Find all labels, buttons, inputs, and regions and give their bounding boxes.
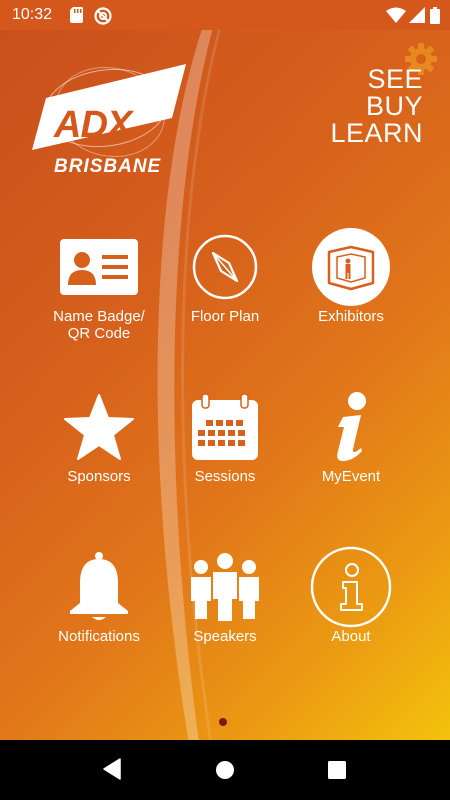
app-home-screen: ADX BRISBANE SEE BUY LEARN Name Badge/ Q…	[0, 30, 450, 740]
menu-item-sessions[interactable]: Sessions	[165, 382, 285, 522]
menu-item-label: Floor Plan	[190, 308, 260, 325]
info-circle-icon	[291, 542, 411, 632]
info-i-icon	[291, 382, 411, 472]
wifi-icon	[386, 7, 406, 28]
adx-brisbane-logo: ADX BRISBANE	[28, 58, 188, 188]
menu-item-label: Sponsors	[67, 468, 131, 485]
menu-item-label: Sessions	[194, 468, 256, 485]
back-icon[interactable]	[102, 758, 122, 785]
page-indicator-dot	[219, 718, 227, 726]
tagline-buy: BUY	[365, 91, 423, 121]
people-icon	[165, 542, 285, 632]
menu-item-notifications[interactable]: Notifications	[39, 542, 159, 682]
svg-text:ADX: ADX	[53, 104, 135, 146]
tagline-learn: LEARN	[330, 118, 423, 148]
no-disturb-icon	[94, 7, 112, 30]
status-bar: 10:32	[0, 0, 450, 30]
calendar-icon	[165, 382, 285, 472]
menu-item-label: About	[331, 628, 371, 645]
home-icon[interactable]	[215, 760, 235, 785]
battery-icon	[430, 7, 440, 29]
bell-icon	[39, 542, 159, 632]
exhibitor-booth-icon	[291, 222, 411, 312]
menu-item-label: Speakers	[193, 628, 257, 645]
menu-item-floor-plan[interactable]: Floor Plan	[165, 222, 285, 362]
menu-item-about[interactable]: About	[291, 542, 411, 682]
tagline-see: SEE	[367, 64, 423, 94]
menu-item-label: MyEvent	[321, 468, 381, 485]
menu-item-sponsors[interactable]: Sponsors	[39, 382, 159, 522]
id-badge-icon	[39, 222, 159, 312]
sd-card-icon	[70, 7, 84, 28]
menu-item-myevent[interactable]: MyEvent	[291, 382, 411, 522]
star-icon	[39, 382, 159, 472]
menu-item-label: Name Badge/ QR Code	[53, 308, 145, 342]
menu-item-speakers[interactable]: Speakers	[165, 542, 285, 682]
signal-icon	[409, 7, 425, 28]
svg-text:BRISBANE: BRISBANE	[54, 156, 162, 177]
recents-icon[interactable]	[328, 761, 346, 784]
menu-item-label: Notifications	[58, 628, 140, 645]
tagline: SEE BUY LEARN	[330, 66, 423, 147]
status-time: 10:32	[12, 6, 53, 23]
system-nav-bar	[0, 740, 450, 800]
compass-icon	[165, 222, 285, 312]
menu-item-name-badge[interactable]: Name Badge/ QR Code	[39, 222, 159, 362]
menu-item-exhibitors[interactable]: Exhibitors	[291, 222, 411, 362]
menu-item-label: Exhibitors	[318, 308, 384, 325]
